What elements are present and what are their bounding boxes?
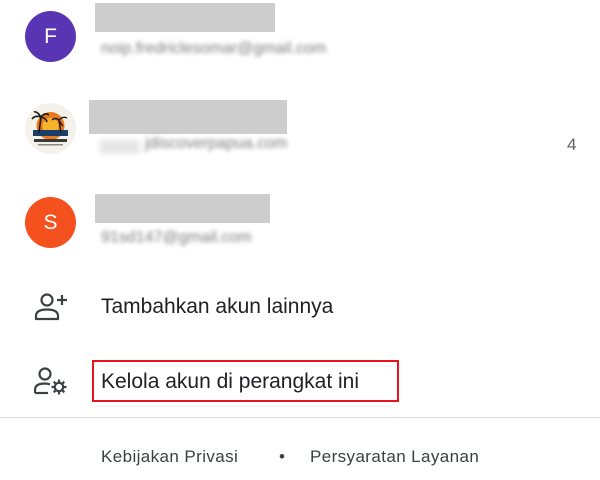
account-switcher-sheet: F noip.fredriclesomar@gmail.com jdiscove… [0,0,600,480]
highlight-annotation-box [92,360,399,402]
account-email: jdiscoverpapua.com [145,135,288,152]
avatar: S [25,197,76,248]
account-row-1[interactable]: F noip.fredriclesomar@gmail.com [0,0,600,80]
account-email: 91sd147@gmail.com [101,229,252,246]
sunset-palm-logo-icon [25,103,76,154]
account-row-3[interactable]: S 91sd147@gmail.com [0,188,600,268]
privacy-policy-link[interactable]: Kebijakan Privasi [101,447,238,467]
account-name-redacted [95,3,275,32]
footer-separator: • [279,447,286,466]
avatar-letter: F [44,24,57,48]
unread-count: 4 [567,135,577,154]
add-account-label: Tambahkan akun lainnya [101,295,334,318]
person-add-icon [34,293,67,321]
add-account-row[interactable]: Tambahkan akun lainnya [0,275,600,339]
account-name-redacted [95,194,270,223]
terms-of-service-link[interactable]: Persyaratan Layanan [310,447,479,467]
footer: Kebijakan Privasi • Persyaratan Layanan [0,447,600,471]
account-email: noip.fredriclesomar@gmail.com [101,40,327,57]
divider [0,417,600,418]
account-name-redacted [89,100,287,134]
person-settings-icon [34,367,67,395]
email-prefix-redacted [100,140,140,154]
account-row-2[interactable]: jdiscoverpapua.com 4 [0,95,600,175]
avatar-letter: S [43,210,58,234]
avatar: F [25,11,76,62]
avatar [25,103,76,154]
